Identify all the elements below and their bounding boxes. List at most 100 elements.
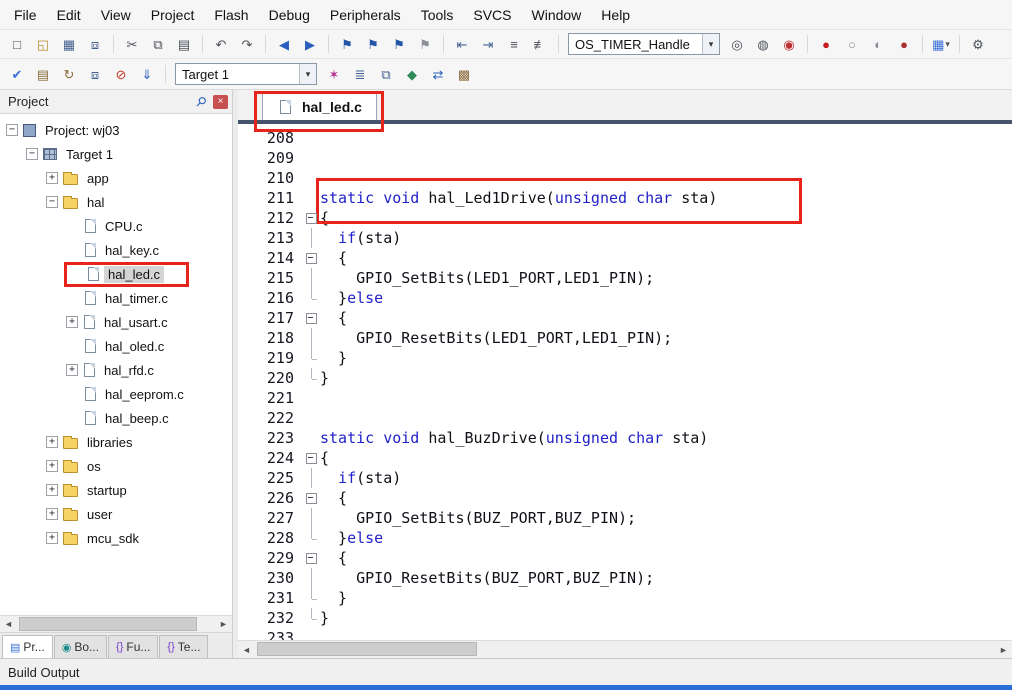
panel-tab-templates[interactable]: {} Te...: [159, 635, 209, 658]
menu-svcs[interactable]: SVCS: [463, 2, 521, 28]
expander-plus-icon[interactable]: +: [46, 436, 58, 448]
fold-collapse-icon[interactable]: [304, 488, 320, 508]
bookmark-toggle-icon[interactable]: ⚑: [335, 33, 359, 55]
tree-item-mcu-sdk[interactable]: + mcu_sdk: [0, 526, 232, 550]
menu-window[interactable]: Window: [522, 2, 592, 28]
download-icon[interactable]: ⇓: [135, 63, 159, 85]
new-file-icon[interactable]: □: [5, 33, 29, 55]
redo-icon[interactable]: ↷: [235, 33, 259, 55]
menu-peripherals[interactable]: Peripherals: [320, 2, 411, 28]
highlight-search-icon[interactable]: ◉: [777, 33, 801, 55]
fold-collapse-icon[interactable]: [304, 248, 320, 268]
navigate-forward-icon[interactable]: ▶: [298, 33, 322, 55]
tree-item-hal[interactable]: − hal: [0, 190, 232, 214]
close-panel-button[interactable]: ×: [213, 94, 228, 109]
tree-item-os[interactable]: + os: [0, 454, 232, 478]
tree-item-hal-oled-c[interactable]: hal_oled.c: [0, 334, 232, 358]
scroll-track[interactable]: [255, 641, 995, 658]
menu-debug[interactable]: Debug: [259, 2, 320, 28]
cut-icon[interactable]: ✂: [120, 33, 144, 55]
expander-plus-icon[interactable]: +: [46, 460, 58, 472]
bookmark-prev-icon[interactable]: ⚑: [361, 33, 385, 55]
copy-icon[interactable]: ⧉: [146, 33, 170, 55]
tree-item-hal-beep-c[interactable]: hal_beep.c: [0, 406, 232, 430]
menu-flash[interactable]: Flash: [204, 2, 258, 28]
expander-plus-icon[interactable]: +: [46, 172, 58, 184]
chevron-down-icon[interactable]: ▾: [945, 39, 950, 50]
navigate-back-icon[interactable]: ◀: [272, 33, 296, 55]
scroll-right-icon[interactable]: ►: [995, 641, 1012, 658]
incremental-find-icon[interactable]: ◍: [751, 33, 775, 55]
pin-icon[interactable]: ⚲: [190, 90, 213, 113]
scroll-thumb[interactable]: [19, 617, 197, 631]
tree-item-hal-timer-c[interactable]: hal_timer.c: [0, 286, 232, 310]
indent-icon[interactable]: ⇥: [476, 33, 500, 55]
expander-plus-icon[interactable]: +: [46, 508, 58, 520]
expander-plus-icon[interactable]: +: [66, 364, 78, 376]
stop-build-icon[interactable]: ⊘: [109, 63, 133, 85]
batch-build-icon[interactable]: ⧈: [83, 63, 107, 85]
target-select-combo[interactable]: Target 1 ▾: [175, 63, 317, 85]
menu-file[interactable]: File: [4, 2, 47, 28]
tree-item-startup[interactable]: + startup: [0, 478, 232, 502]
panel-tab-functions[interactable]: {} Fu...: [108, 635, 159, 658]
enable-disable-breakpoint-icon[interactable]: ◐: [866, 33, 890, 55]
chevron-down-icon[interactable]: ▾: [299, 64, 316, 84]
menu-tools[interactable]: Tools: [411, 2, 464, 28]
tree-item-hal-key-c[interactable]: hal_key.c: [0, 238, 232, 262]
expander-plus-icon[interactable]: +: [66, 316, 78, 328]
options-for-target-icon[interactable]: ✶: [322, 63, 346, 85]
menu-view[interactable]: View: [91, 2, 141, 28]
chevron-down-icon[interactable]: ▾: [702, 34, 719, 54]
scroll-track[interactable]: [17, 616, 215, 632]
scroll-thumb[interactable]: [257, 642, 477, 656]
scroll-right-icon[interactable]: ►: [215, 616, 232, 632]
bookmark-next-icon[interactable]: ⚑: [387, 33, 411, 55]
scroll-left-icon[interactable]: ◄: [238, 641, 255, 658]
insert-breakpoint-icon[interactable]: ●: [814, 33, 838, 55]
file-extensions-icon[interactable]: ⧉: [374, 63, 398, 85]
manage-project-items-icon[interactable]: ≣: [348, 63, 372, 85]
expander-plus-icon[interactable]: +: [46, 532, 58, 544]
editor-hscrollbar[interactable]: ◄ ►: [238, 640, 1012, 658]
tree-item-hal-eeprom-c[interactable]: hal_eeprom.c: [0, 382, 232, 406]
expander-minus-icon[interactable]: −: [26, 148, 38, 160]
menu-edit[interactable]: Edit: [47, 2, 91, 28]
tree-item-hal-led-c[interactable]: hal_led.c: [0, 261, 232, 287]
ok-diamond-icon[interactable]: ◆: [400, 63, 424, 85]
code-area[interactable]: 208 209 210 211 static void hal_Led1Drive(un…: [238, 124, 1012, 640]
expander-minus-icon[interactable]: −: [46, 196, 58, 208]
update-target-icon[interactable]: ⇄: [426, 63, 450, 85]
project-panel-hscrollbar[interactable]: ◄ ►: [0, 615, 232, 632]
fold-collapse-icon[interactable]: [304, 448, 320, 468]
build-output-bar[interactable]: Build Output: [0, 658, 1012, 685]
menu-project[interactable]: Project: [141, 2, 205, 28]
comment-icon[interactable]: ≡: [502, 33, 526, 55]
panel-tab-books[interactable]: ◉ Bo...: [53, 635, 108, 658]
translate-file-icon[interactable]: ✔: [5, 63, 29, 85]
tree-item-user[interactable]: + user: [0, 502, 232, 526]
tree-item-hal-rfd-c[interactable]: + hal_rfd.c: [0, 358, 232, 382]
tree-item-hal-usart-c[interactable]: + hal_usart.c: [0, 310, 232, 334]
rebuild-all-icon[interactable]: ↻: [57, 63, 81, 85]
editor-tab-hal-led[interactable]: hal_led.c: [262, 93, 377, 120]
window-layout-icon[interactable]: ▦ ▾: [929, 33, 953, 55]
kill-all-breakpoints-icon[interactable]: ○: [840, 33, 864, 55]
fold-collapse-icon[interactable]: [304, 308, 320, 328]
expression-combo[interactable]: OS_TIMER_Handle ▾: [568, 33, 720, 55]
undo-icon[interactable]: ↶: [209, 33, 233, 55]
build-icon[interactable]: ▤: [31, 63, 55, 85]
expander-plus-icon[interactable]: +: [46, 484, 58, 496]
uncomment-icon[interactable]: ≢: [528, 33, 552, 55]
unindent-icon[interactable]: ⇤: [450, 33, 474, 55]
paste-icon[interactable]: ▤: [172, 33, 196, 55]
open-file-icon[interactable]: ◱: [31, 33, 55, 55]
fold-collapse-icon[interactable]: [304, 548, 320, 568]
pack-installer-icon[interactable]: ▩: [452, 63, 476, 85]
save-icon[interactable]: ▦: [57, 33, 81, 55]
disable-all-breakpoints-icon[interactable]: ●: [892, 33, 916, 55]
expander-minus-icon[interactable]: −: [6, 124, 18, 136]
menu-help[interactable]: Help: [591, 2, 640, 28]
tree-item-target-1[interactable]: − Target 1: [0, 142, 232, 166]
tree-item-libraries[interactable]: + libraries: [0, 430, 232, 454]
